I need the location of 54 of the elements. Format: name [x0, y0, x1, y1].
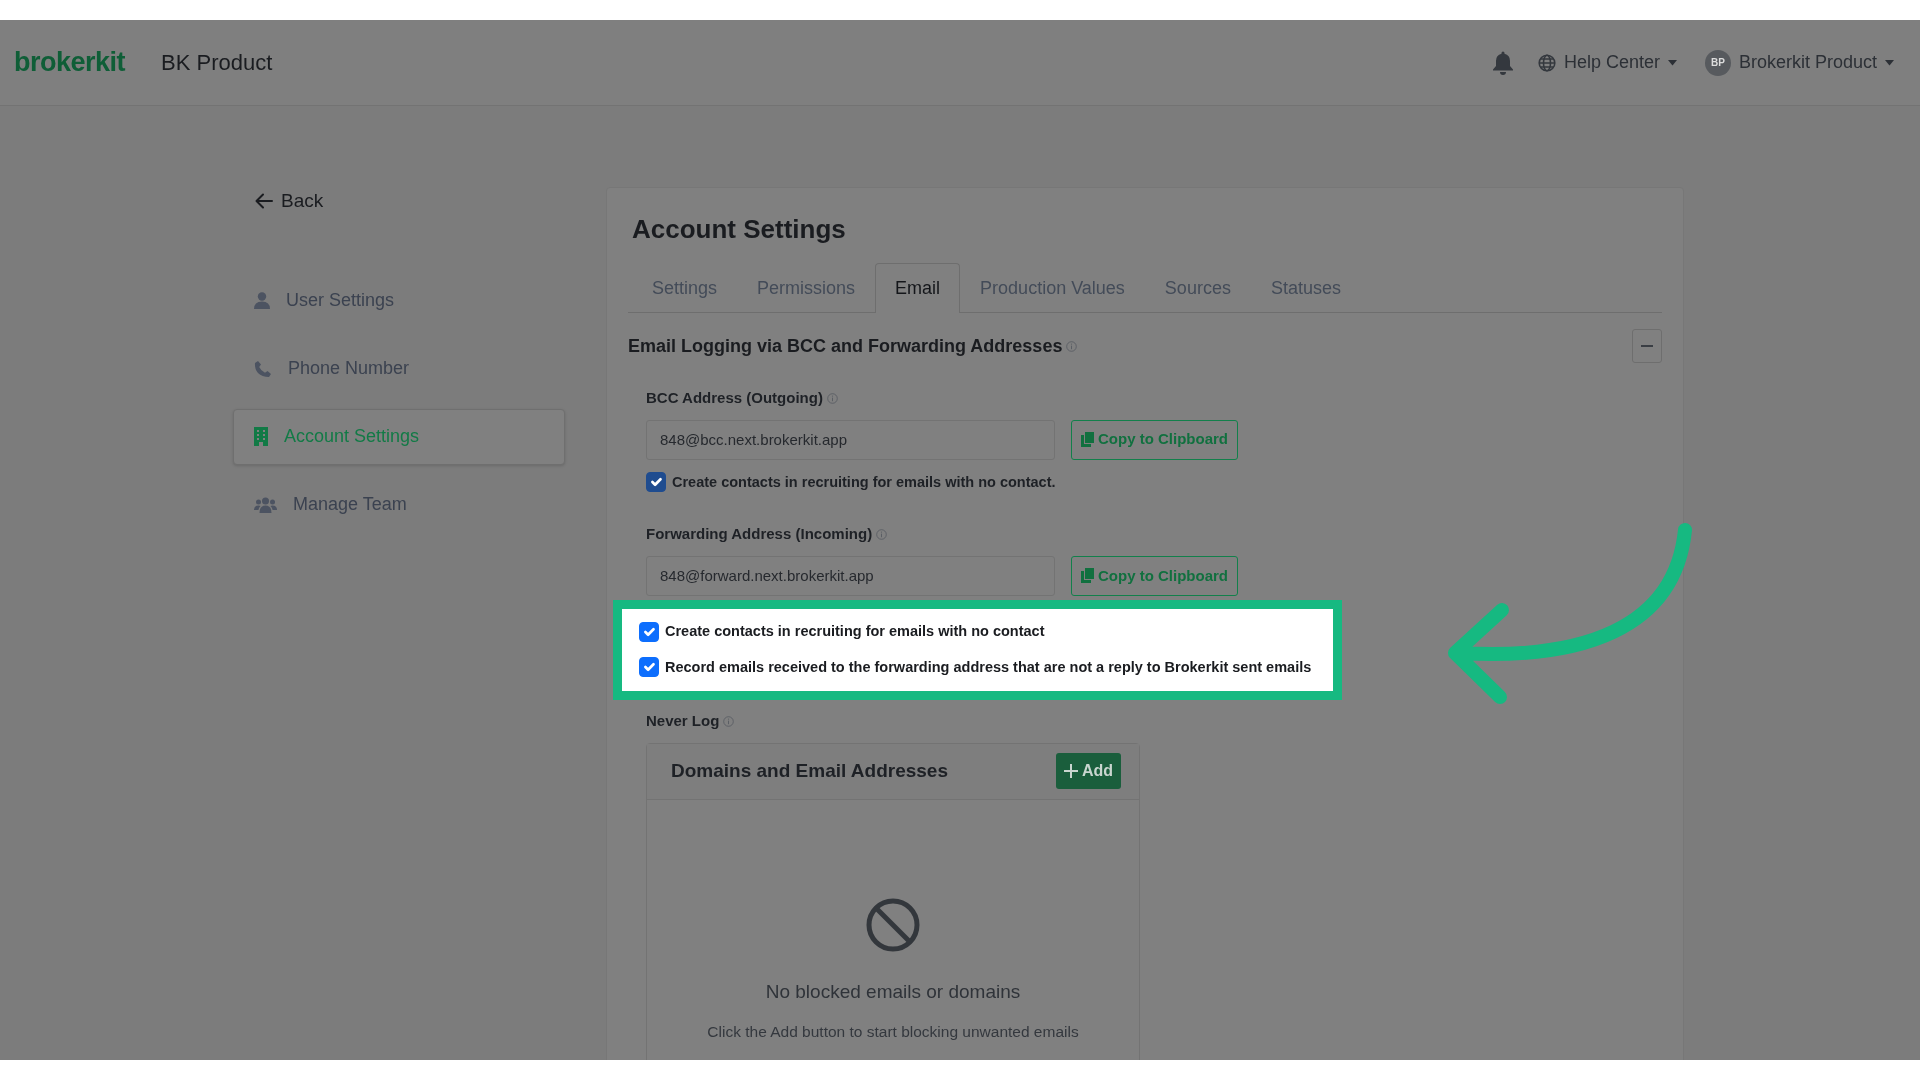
field-label: BCC Address (Outgoing)	[646, 388, 823, 408]
add-button[interactable]: Add	[1055, 753, 1121, 790]
card-title: Domains and Email Addresses	[671, 759, 948, 783]
sidebar-item[interactable]: Manage Team	[233, 476, 565, 533]
workspace-name: BK Product	[161, 49, 273, 77]
globe-icon	[1537, 53, 1556, 72]
page-title: Account Settings	[632, 213, 847, 246]
minus-icon	[1641, 345, 1653, 347]
tab[interactable]: Email	[875, 263, 961, 313]
checkbox-label: Create contacts in recruiting for emails with no contact.	[672, 472, 1056, 492]
back-arrow-icon	[255, 193, 273, 210]
sidebar-item[interactable]: Account Settings	[233, 408, 565, 465]
checkbox[interactable]	[639, 657, 659, 678]
copy-icon	[1081, 432, 1094, 447]
checkbox-label: Create contacts in recruiting for emails with no contact	[665, 621, 1045, 641]
copy-button[interactable]: Copy to Clipboard	[1071, 555, 1238, 596]
person-icon	[254, 292, 270, 309]
phone-icon	[254, 359, 272, 378]
back-link[interactable]: Back	[255, 187, 324, 216]
address-field[interactable]: 848@bcc.next.brokerkit.app	[646, 419, 1055, 460]
group-icon	[254, 496, 277, 513]
building-icon	[254, 427, 268, 446]
info-icon	[876, 529, 888, 540]
tab[interactable]: Settings	[632, 263, 738, 313]
caret-icon	[1885, 59, 1894, 66]
copy-button[interactable]: Copy to Clipboard	[1071, 419, 1238, 460]
info-icon	[1066, 340, 1078, 352]
field-label: Forwarding Address (Incoming)	[646, 524, 873, 545]
tab[interactable]: Sources	[1144, 263, 1251, 313]
info-icon	[826, 392, 838, 404]
notification-bell-icon[interactable]	[1491, 50, 1514, 75]
sidebar-item[interactable]: Phone Number	[233, 340, 565, 397]
tab[interactable]: Permissions	[737, 263, 876, 313]
checkbox[interactable]	[646, 472, 666, 493]
checkbox-label: Record emails received to the forwarding address that are not a reply to Brokerkit sent emails	[665, 657, 1312, 677]
help-center-menu[interactable]: Help Center	[1537, 49, 1677, 76]
info-icon	[723, 716, 735, 727]
collapse-button[interactable]	[1632, 329, 1662, 363]
section-title: Email Logging via BCC and Forwarding Addresses	[628, 334, 1063, 358]
logo[interactable]: brokerkit	[14, 42, 126, 83]
user-menu[interactable]: BP Brokerkit Product	[1704, 49, 1894, 76]
address-field[interactable]: 848@forward.next.brokerkit.app	[646, 555, 1055, 596]
tab[interactable]: Statuses	[1250, 263, 1361, 313]
field-label: Never Log	[646, 711, 720, 732]
tab[interactable]: Production Values	[960, 263, 1145, 313]
empty-state-text: Click the Add button to start blocking unwanted emails	[707, 1022, 1079, 1043]
checkbox[interactable]	[639, 621, 659, 642]
blocked-icon	[866, 897, 920, 952]
empty-state-title: No blocked emails or domains	[765, 979, 1021, 1004]
copy-icon	[1081, 568, 1094, 584]
caret-icon	[1667, 59, 1677, 66]
sidebar-item[interactable]: User Settings	[233, 272, 565, 329]
avatar: BP	[1704, 49, 1731, 76]
plus-icon	[1063, 764, 1078, 779]
